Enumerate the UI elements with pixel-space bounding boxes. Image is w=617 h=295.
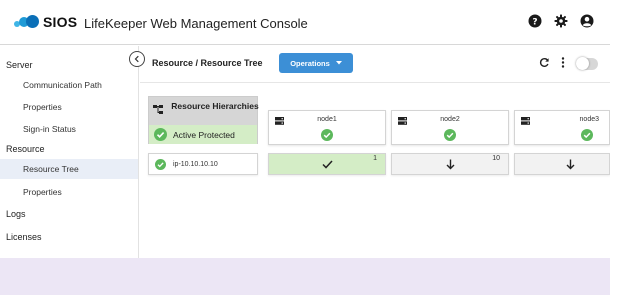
sidebar-item-resource-tree[interactable]: Resource Tree <box>0 159 138 179</box>
sidebar-group-resource[interactable]: Resource <box>6 144 45 154</box>
sidebar-collapse-button[interactable] <box>129 51 145 67</box>
resource-state-node1[interactable]: 1 <box>268 153 386 175</box>
right-edge <box>610 0 617 295</box>
hierarchy-title: Resource Hierarchies <box>171 101 259 111</box>
resource-name: ip-10.10.10.10 <box>173 160 218 168</box>
breadcrumb: Resource / Resource Tree <box>152 58 263 68</box>
hierarchy-tree-icon <box>153 105 163 114</box>
node-name: node2 <box>440 116 460 123</box>
node-card-node2[interactable]: node2 <box>391 110 509 145</box>
sidebar-group-server[interactable]: Server <box>6 60 33 70</box>
refresh-icon[interactable] <box>539 55 550 73</box>
help-icon[interactable]: ? <box>527 13 543 29</box>
check-circle-icon <box>154 128 167 141</box>
sidebar-item-sign-in-status[interactable]: Sign-in Status <box>0 119 138 139</box>
toggle-switch[interactable] <box>576 57 598 70</box>
resource-item[interactable]: ip-10.10.10.10 <box>148 153 258 175</box>
node-card-node3[interactable]: node3 <box>514 110 610 145</box>
node-card-node1[interactable]: node1 <box>268 110 386 145</box>
node-name: node1 <box>317 116 337 123</box>
more-vertical-icon[interactable] <box>561 55 565 73</box>
chevron-left-icon <box>134 55 139 63</box>
footer-bar <box>0 258 610 295</box>
node-name: node3 <box>579 116 599 123</box>
check-circle-icon <box>581 129 593 141</box>
sios-logo-mark-icon <box>14 15 39 29</box>
toolbar-icons <box>539 55 598 73</box>
settings-gear-icon[interactable] <box>553 13 569 29</box>
main-content: Resource / Resource Tree Operations Reso… <box>140 46 610 258</box>
toggle-knob <box>576 57 589 70</box>
sidebar: Server Communication Path Properties Sig… <box>0 46 139 258</box>
sidebar-group-licenses[interactable]: Licenses <box>6 232 42 242</box>
svg-text:?: ? <box>532 18 537 28</box>
sidebar-item-communication-path[interactable]: Communication Path <box>0 75 138 95</box>
resource-hierarchies-header: Resource Hierarchies Active Protected <box>148 96 259 144</box>
sidebar-group-logs[interactable]: Logs <box>6 209 26 219</box>
check-circle-icon <box>321 129 333 141</box>
app-window: SIOS LifeKeeper Web Management Console ? <box>0 0 617 295</box>
hierarchy-status: Active Protected <box>149 125 257 144</box>
top-bar: SIOS LifeKeeper Web Management Console ? <box>0 0 617 45</box>
sidebar-item-server-properties[interactable]: Properties <box>0 97 138 117</box>
resource-state-node3[interactable] <box>514 153 610 175</box>
logo-text: SIOS <box>43 14 78 30</box>
sidebar-item-resource-properties[interactable]: Properties <box>0 182 138 202</box>
top-icons: ? <box>527 13 595 29</box>
caret-down-icon <box>335 61 342 65</box>
priority-number: 1 <box>373 155 377 162</box>
checkmark-icon <box>321 159 333 169</box>
resource-state-node2[interactable]: 10 <box>391 153 509 175</box>
arrow-down-icon <box>566 159 574 169</box>
arrow-down-icon <box>446 159 454 169</box>
app-title: LifeKeeper Web Management Console <box>84 16 308 31</box>
toolbar-divider <box>140 82 610 83</box>
hierarchy-status-text: Active Protected <box>173 129 235 140</box>
operations-dropdown-button[interactable]: Operations <box>279 53 353 73</box>
operations-label: Operations <box>290 58 330 68</box>
check-circle-icon <box>155 158 166 170</box>
sios-logo[interactable]: SIOS <box>14 14 77 30</box>
user-account-icon[interactable] <box>579 13 595 29</box>
check-circle-icon <box>444 129 456 141</box>
priority-number: 10 <box>492 155 500 162</box>
